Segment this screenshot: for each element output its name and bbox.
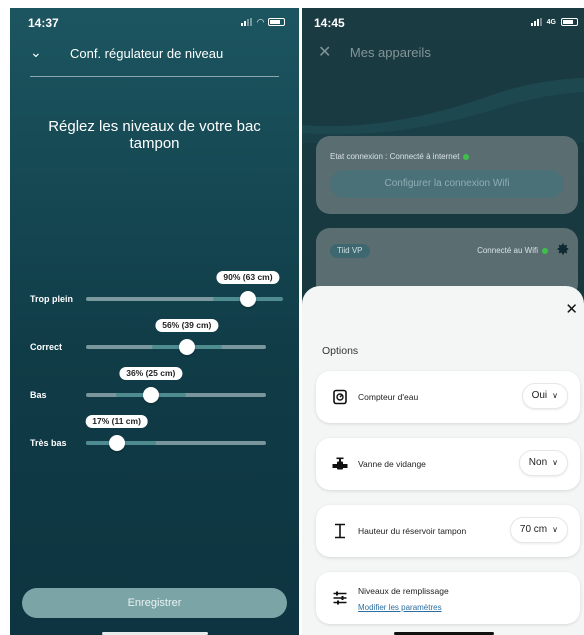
status-dot xyxy=(463,153,470,160)
option-label: Vanne de vidange xyxy=(358,459,426,469)
signal-icon xyxy=(241,18,253,26)
levels-heading: Réglez les niveaux de votre bac tampon xyxy=(48,118,261,152)
level-slider-track[interactable] xyxy=(86,297,283,301)
connection-card: Etat connexion : Connecté à internet Con… xyxy=(316,136,578,214)
sliders-icon xyxy=(333,591,347,605)
status-dot xyxy=(542,247,548,254)
level-value-badge: 56% (39 cm) xyxy=(155,319,219,332)
header: ✕ Mes appareils xyxy=(318,42,431,62)
level-config-screen: 14:37 ◠ ⌄ Conf. régulateur de niveau Rég… xyxy=(10,8,299,635)
option-drain-valve[interactable]: Vanne de vidange Non ∨ xyxy=(316,438,580,490)
gear-icon[interactable] xyxy=(556,242,570,256)
level-slider-thumb[interactable] xyxy=(240,291,256,307)
save-button[interactable]: Enregistrer xyxy=(22,588,287,618)
water-meter-icon xyxy=(333,389,347,405)
wifi-icon: ◠ xyxy=(257,17,264,27)
level-label: Correct xyxy=(30,342,63,352)
level-slider-thumb[interactable] xyxy=(178,339,195,355)
tank-height-icon xyxy=(335,523,345,539)
option-fill-levels[interactable]: Niveaux de remplissage Modifier les para… xyxy=(316,572,580,624)
options-title: Options xyxy=(322,345,359,357)
tank-height-select[interactable]: 70 cm ∨ xyxy=(509,517,568,543)
device-name-badge: Tiid VP xyxy=(330,244,370,258)
status-bar: 14:37 ◠ xyxy=(28,16,285,32)
level-label: Trop plein xyxy=(30,294,74,304)
device-wifi-status: Connecté au Wifi xyxy=(477,246,548,255)
options-sheet: ✕ Options Compteur d'eau Oui ∨ Vanne de v… xyxy=(302,286,584,635)
header-divider xyxy=(30,76,279,77)
option-tank-height[interactable]: Hauteur du réservoir tampon 70 cm ∨ xyxy=(316,505,580,557)
battery-icon xyxy=(561,18,578,26)
level-slider-track[interactable] xyxy=(86,345,266,349)
page-title: Conf. régulateur de niveau xyxy=(70,46,224,61)
devices-screen: 14:45 4G ✕ Mes appareils Etat connexion … xyxy=(302,8,584,635)
level-slider-track[interactable] xyxy=(86,393,266,397)
chevron-down-icon: ∨ xyxy=(552,391,558,400)
option-water-meter[interactable]: Compteur d'eau Oui ∨ xyxy=(316,371,580,423)
level-row-correct: 56% (39 cm) Correct xyxy=(10,311,299,355)
level-value-badge: 36% (25 cm) xyxy=(119,367,183,380)
chevron-down-icon: ∨ xyxy=(552,458,558,467)
level-row-trop-plein: 90% (63 cm) Trop plein xyxy=(10,263,299,307)
option-label: Compteur d'eau xyxy=(358,392,419,402)
header: ⌄ Conf. régulateur de niveau xyxy=(28,44,281,74)
level-slider-thumb[interactable] xyxy=(142,387,159,403)
close-icon[interactable]: ✕ xyxy=(565,300,578,318)
signal-icon xyxy=(530,18,543,26)
level-row-tres-bas: 17% (11 cm) Très bas xyxy=(10,407,299,451)
network-type: 4G xyxy=(546,18,556,26)
water-meter-select[interactable]: Oui ∨ xyxy=(521,383,568,409)
battery-icon xyxy=(268,18,285,26)
option-label: Niveaux de remplissage xyxy=(358,586,449,596)
status-time: 14:45 xyxy=(314,16,345,30)
status-time: 14:37 xyxy=(28,16,59,30)
option-label: Hauteur du réservoir tampon xyxy=(358,526,467,536)
close-icon[interactable]: ✕ xyxy=(318,42,336,62)
status-bar: 14:45 4G xyxy=(314,16,578,32)
connection-status: Etat connexion : Connecté à internet xyxy=(330,152,470,161)
header-wave xyxy=(302,78,584,143)
level-value-badge: 90% (63 cm) xyxy=(216,271,280,284)
level-slider-thumb[interactable] xyxy=(108,435,125,451)
drain-valve-select[interactable]: Non ∨ xyxy=(518,450,568,476)
chevron-down-icon[interactable]: ⌄ xyxy=(30,44,42,61)
configure-wifi-button[interactable]: Configurer la connexion Wifi xyxy=(330,170,564,198)
level-value-badge: 17% (11 cm) xyxy=(85,415,148,428)
chevron-down-icon: ∨ xyxy=(552,525,558,534)
level-label: Bas xyxy=(30,390,47,400)
page-title: Mes appareils xyxy=(349,45,431,60)
level-row-bas: 36% (25 cm) Bas xyxy=(10,359,299,403)
edit-settings-link[interactable]: Modifier les paramètres xyxy=(358,603,442,612)
level-label: Très bas xyxy=(30,438,67,448)
drain-valve-icon xyxy=(332,457,348,470)
